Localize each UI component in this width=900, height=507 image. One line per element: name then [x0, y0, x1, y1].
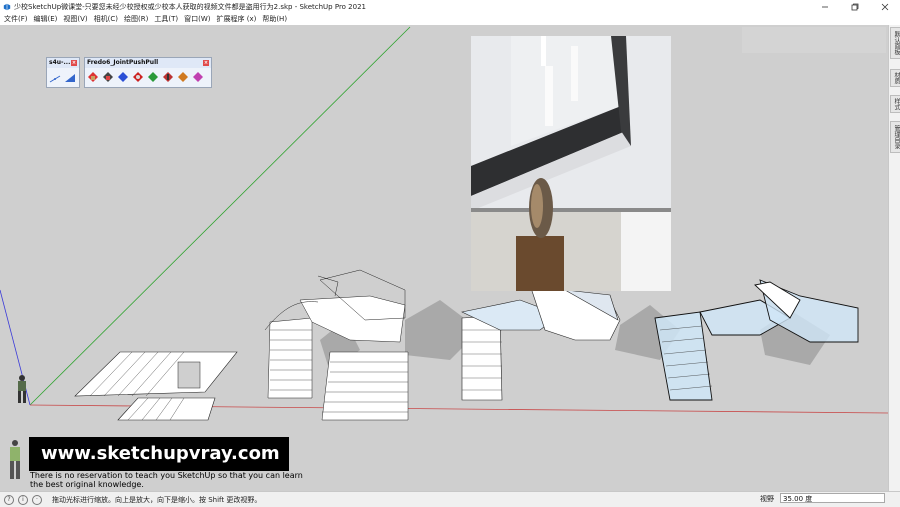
toolbar-fredo6-title: Fredo6_JointPushPull — [87, 59, 159, 66]
menu-file[interactable]: 文件(F) — [2, 14, 32, 24]
toolbar-fredo6-icons — [85, 68, 211, 86]
menu-tools[interactable]: 工具(T) — [152, 14, 182, 24]
toolbar-s4u-close-icon[interactable]: × — [71, 60, 77, 66]
toolbar-s4u-title: s4u-... — [49, 59, 71, 66]
window-title: 少校SketchUp微课堂-只要您未经少校授权或少校本人获取的视频文件都是盗用行… — [14, 2, 366, 11]
stair-solid — [461, 284, 621, 401]
follow-pushpull-icon[interactable] — [147, 71, 159, 83]
watermark-caption-line2: the best original knowledge. — [30, 480, 144, 489]
tray-tab-styles[interactable]: 样式 — [890, 95, 900, 113]
menu-edit[interactable]: 编辑(E) — [32, 14, 62, 24]
joint-pushpull-icon[interactable] — [87, 71, 99, 83]
toolbar-fredo6-close-icon[interactable]: × — [203, 60, 209, 66]
restore-icon — [851, 3, 859, 10]
menu-help[interactable]: 帮助(H) — [260, 14, 291, 24]
tray-tab-materials[interactable]: 材质 — [890, 69, 900, 87]
title-bar: 少校SketchUp微课堂-只要您未经少校授权或少校本人获取的视频文件都是盗用行… — [0, 0, 900, 13]
toolbar-s4u-icons — [47, 68, 79, 86]
toolbar-fredo6-header[interactable]: Fredo6_JointPushPull × — [85, 58, 211, 68]
watermark-banner: www.sketchupvray.com — [29, 437, 289, 471]
undo-pushpull-icon[interactable] — [162, 71, 174, 83]
menu-bar: 文件(F) 编辑(E) 视图(V) 相机(C) 绘图(R) 工具(T) 窗口(W… — [0, 13, 900, 24]
redo-pushpull-icon[interactable] — [177, 71, 189, 83]
window-controls — [810, 0, 900, 13]
extrude-pushpull-icon[interactable] — [132, 71, 144, 83]
scale-figure — [10, 375, 26, 479]
status-bar: ? i · 拖动光标进行缩放。向上是放大，向下是缩小。按 Shift 更改视野。… — [0, 491, 900, 507]
vector-pushpull-icon[interactable] — [102, 71, 114, 83]
close-icon — [881, 3, 889, 10]
help-icon[interactable]: ? — [4, 494, 14, 505]
geolocation-icon[interactable]: · — [32, 494, 42, 505]
minimize-icon — [822, 6, 828, 7]
right-tray: 默认面板 材质 样式 管理目录 — [888, 25, 900, 491]
menu-extensions[interactable]: 扩展程序 (x) — [214, 14, 260, 24]
scale-ramp-icon[interactable] — [49, 71, 61, 83]
watermark-caption-line1: There is no reservation to teach you Ske… — [30, 471, 303, 480]
tray-tab-outliner[interactable]: 管理目录 — [890, 121, 900, 153]
info-icon[interactable]: i — [18, 494, 28, 505]
menu-window[interactable]: 窗口(W) — [182, 14, 214, 24]
close-button[interactable] — [870, 0, 900, 13]
normal-pushpull-icon[interactable] — [117, 71, 129, 83]
menu-draw[interactable]: 绘图(R) — [122, 14, 152, 24]
tray-tab-default[interactable]: 默认面板 — [890, 27, 900, 59]
settings-pushpull-icon[interactable] — [192, 71, 204, 83]
watermark-url: www.sketchupvray.com — [41, 443, 280, 464]
stair-glass — [654, 279, 859, 401]
scene-drawing — [0, 26, 888, 479]
staircase-photo — [471, 36, 671, 291]
ramp-shape-icon[interactable] — [64, 71, 76, 83]
view-navigation-overlay[interactable] — [742, 27, 886, 53]
menu-camera[interactable]: 相机(C) — [92, 14, 122, 24]
vcb-label: 视野 — [760, 495, 774, 503]
status-hint: 拖动光标进行缩放。向上是放大，向下是缩小。按 Shift 更改视野。 — [52, 495, 262, 504]
vcb-input[interactable]: 35.00 度 — [780, 493, 885, 503]
sketchup-logo-icon — [3, 3, 11, 10]
minimize-button[interactable] — [810, 0, 840, 13]
restore-button[interactable] — [840, 0, 870, 13]
toolbar-s4u: s4u-... × — [46, 57, 80, 88]
model-viewport[interactable]: s4u-... × Fredo6_JointPushPull × www.ske… — [0, 25, 888, 491]
stair-plan-flat — [74, 351, 238, 421]
toolbar-s4u-header[interactable]: s4u-... × — [47, 58, 79, 68]
reference-photo — [471, 36, 671, 291]
toolbar-fredo6: Fredo6_JointPushPull × — [84, 57, 212, 88]
menu-view[interactable]: 视图(V) — [61, 14, 91, 24]
